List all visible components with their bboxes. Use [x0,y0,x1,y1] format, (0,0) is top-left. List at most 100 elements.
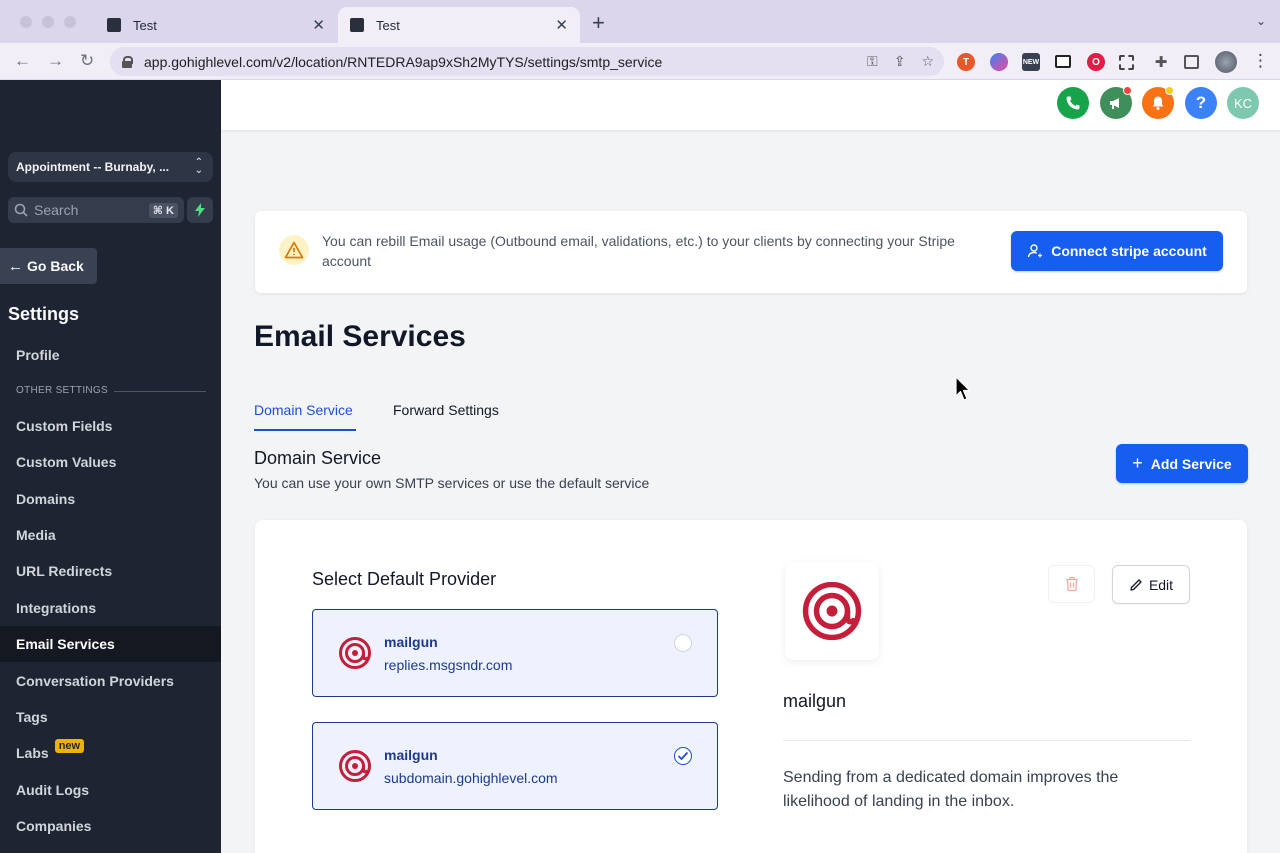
go-back-button[interactable]: ← Go Back [0,248,97,284]
browser-menu-icon[interactable]: ⋮ [1252,51,1269,71]
sidebar-item-media[interactable]: Media [0,517,221,553]
phone-icon [1066,96,1080,110]
help-button[interactable]: ? [1185,87,1217,119]
puzzle-icon[interactable]: ✚ [1152,53,1170,71]
section-subtitle: You can use your own SMTP services or us… [254,475,650,491]
notification-dot [1123,86,1132,95]
provider-option[interactable]: mailgun subdomain.gohighlevel.com [312,722,718,810]
sidebar-item-companies[interactable]: Companies [0,808,221,844]
window-minimize-dot[interactable] [42,16,54,28]
drop-ext-icon[interactable] [990,53,1008,71]
forward-arrow-icon[interactable]: → [47,51,64,71]
provider-option[interactable]: mailgun replies.msgsndr.com [312,609,718,697]
screenshot-ext-icon[interactable] [1119,55,1134,70]
sidebar-item-label: Tags [16,709,48,725]
tab-forward-settings[interactable]: Forward Settings [393,402,499,418]
delete-button[interactable] [1048,565,1095,603]
profile-avatar[interactable] [1215,51,1237,73]
sidebar-item-label: Media [16,527,56,543]
active-tab-indicator [254,429,356,431]
bookmark-star-icon[interactable]: ☆ [921,53,934,70]
mouse-cursor-icon [955,376,971,401]
location-switcher[interactable]: Appointment -- Burnaby, ... ⌃ ⌄ [8,152,213,182]
sidebar-item-integrations[interactable]: Integrations [0,590,221,626]
edit-label: Edit [1148,576,1174,593]
provider-name: mailgun [384,747,438,763]
updown-chevron-icon: ⌃ ⌄ [194,157,203,176]
warning-icon [284,241,304,259]
new-ext-icon[interactable]: NEW [1022,53,1040,71]
tab-close-icon[interactable]: ✕ [555,16,568,34]
opera-ext-icon[interactable]: O [1087,53,1105,71]
add-service-label: Add Service [1150,455,1232,472]
browser-tab-strip: Test ✕ Test ✕ + ⌄ [0,0,1280,43]
sidebar-item-label: Companies [16,818,92,834]
provider-domain: subdomain.gohighlevel.com [384,770,558,786]
provider-domain: replies.msgsndr.com [384,657,513,673]
arrow-left-icon: ← [8,257,23,275]
avatar-initials: KC [1233,95,1253,111]
provider-radio[interactable] [674,634,692,652]
sidebar-item-url-redirects[interactable]: URL Redirects [0,553,221,589]
reload-icon[interactable]: ↻ [80,51,94,71]
sidebar-item-domains[interactable]: Domains [0,481,221,517]
top-header: ? KC [221,80,1280,130]
tab-domain-service[interactable]: Domain Service [254,402,353,418]
pip-ext-icon[interactable] [1055,55,1071,68]
add-service-button[interactable]: + Add Service [1116,444,1248,483]
announcements-button[interactable] [1100,86,1132,119]
sidebar-item-label: Profile [16,347,60,363]
sidebar-item-labs[interactable]: Labs new [0,735,221,771]
user-avatar[interactable]: KC [1227,87,1259,119]
search-shortcut: ⌘ K [148,202,178,218]
sidebar-item-profile[interactable]: Profile [0,337,221,373]
url-text: app.gohighlevel.com/v2/location/RNTEDRA9… [144,53,663,70]
window-zoom-dot[interactable] [64,16,76,28]
sidebar-item-label: Audit Logs [16,782,90,798]
sidebar-item-custom-values[interactable]: Custom Values [0,444,221,480]
sidebar-item-label: Conversation Providers [16,673,174,689]
sidebar-item-label: URL Redirects [16,563,113,579]
sidebar-title: Settings [8,304,80,324]
edit-button[interactable]: Edit [1112,565,1190,604]
tab-close-icon[interactable]: ✕ [312,16,325,34]
connect-stripe-label: Connect stripe account [1051,243,1207,259]
megaphone-icon [1110,98,1119,109]
sidebar-item-tags[interactable]: Tags [0,699,221,735]
sidebar-item-custom-fields[interactable]: Custom Fields [0,408,221,444]
key-icon[interactable]: ⚿ [867,53,878,70]
favicon-icon [350,18,364,32]
tab-search-chevron-icon[interactable]: ⌄ [1256,14,1266,28]
trash-icon [1065,576,1078,592]
window-close-dot[interactable] [20,16,32,28]
sidebar-item-label: Integrations [16,600,97,616]
check-icon [677,751,689,761]
share-icon[interactable]: ⇪ [894,53,906,70]
back-arrow-icon[interactable]: ← [14,51,31,71]
sidebar-search[interactable]: Search ⌘ K [8,197,184,223]
address-bar[interactable]: app.gohighlevel.com/v2/location/RNTEDRA9… [110,47,944,76]
sidepanel-icon[interactable] [1184,55,1199,69]
page-title: Email Services [254,320,466,353]
browser-tab-1[interactable]: Test ✕ [95,7,337,43]
sidebar-item-label: Domains [16,491,76,507]
quick-action-button[interactable] [187,197,213,223]
notifications-button[interactable] [1142,86,1174,119]
connect-stripe-button[interactable]: Connect stripe account [1011,231,1223,271]
search-placeholder: Search [34,202,79,218]
favicon-icon [107,18,121,32]
go-back-label: Go Back [27,258,84,274]
sidebar-item-conversation-providers[interactable]: Conversation Providers [0,663,221,699]
provider-radio-checked[interactable] [674,747,692,765]
sidebar-item-audit-logs[interactable]: Audit Logs [0,772,221,808]
new-badge: new [54,739,85,753]
pencil-icon [1130,578,1142,591]
browser-tab-2[interactable]: Test ✕ [338,7,580,43]
search-icon [14,203,28,217]
translate-ext-icon[interactable]: T [957,53,975,71]
location-name: Appointment -- Burnaby, ... [16,160,170,174]
phone-button[interactable] [1057,87,1089,119]
sidebar-item-email-services[interactable]: Email Services [0,626,221,662]
new-tab-button[interactable]: + [592,12,605,34]
section-title: Domain Service [254,448,382,468]
